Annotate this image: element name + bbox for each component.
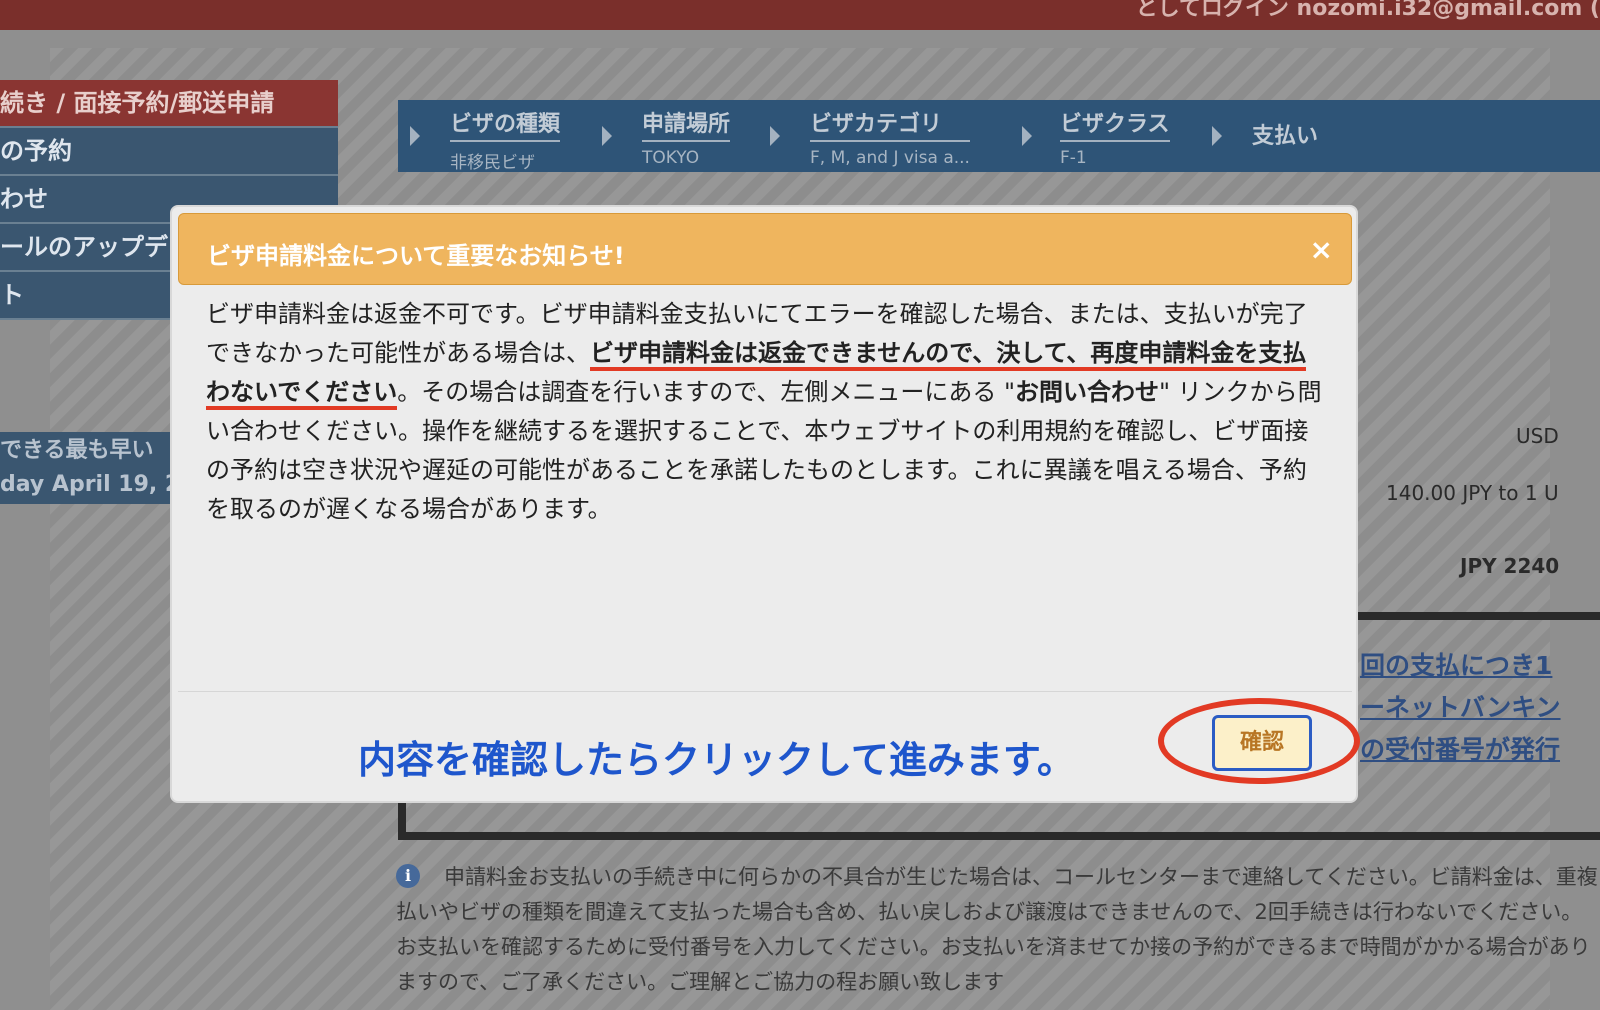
payment-notice: 申請料金お支払いの手続き中に何らかの不具合が生じた場合は、コールセンターまで連絡… <box>396 860 1600 1000</box>
step-payment: 支払い <box>1252 118 1318 152</box>
step-arrow-icon <box>1212 126 1222 146</box>
step-value: F-1 <box>1060 148 1087 168</box>
step-arrow-icon <box>1022 126 1032 146</box>
body-text: 。その場合は調査を行いますので、左側メニューにある " <box>397 378 1015 406</box>
payment-link-line[interactable]: 回の支払につき1 <box>1360 646 1552 682</box>
modal-title: ビザ申請料金について重要なお知らせ! <box>207 242 625 270</box>
progress-steps: ビザの種類 非移民ビザ 申請場所 TOKYO ビザカテゴリ F, M, and … <box>398 100 1600 173</box>
step-visa-type: ビザの種類 非移民ビザ <box>450 106 561 173</box>
login-status: としてログイン nozomi.i32@gmail.com ( <box>1135 0 1600 21</box>
step-arrow-icon <box>602 126 612 146</box>
earliest-date-line2: day April 19, 2 <box>0 472 175 497</box>
payment-link-line[interactable]: ーネットバンキン <box>1360 688 1561 724</box>
step-title: ビザカテゴリ <box>810 106 970 142</box>
exchange-rate: 140.00 JPY to 1 U <box>1386 481 1559 505</box>
top-bar: としてログイン nozomi.i32@gmail.com ( <box>0 0 1600 30</box>
step-title: ビザクラス <box>1060 106 1170 142</box>
step-value: 非移民ビザ <box>450 153 535 173</box>
contact-link-text: お問い合わせ <box>1015 378 1159 406</box>
sidebar-item-procedure[interactable]: 続き / 面接予約/郵送申請 <box>0 80 338 128</box>
step-location: 申請場所 TOKYO <box>642 106 731 168</box>
step-title: ビザの種類 <box>450 106 561 142</box>
payment-link-line[interactable]: の受付番号が発行 <box>1360 730 1560 766</box>
modal-header: ビザ申請料金について重要なお知らせ! × <box>178 213 1352 285</box>
earliest-date-note: できる最も早い day April 19, 2 <box>0 432 175 504</box>
step-arrow-icon <box>770 126 780 146</box>
modal-body: ビザ申請料金は返金不可です。ビザ申請料金支払いにてエラーを確認した場合、または、… <box>206 295 1326 529</box>
modal-divider <box>178 691 1352 692</box>
step-title: 申請場所 <box>642 106 731 142</box>
total-amount: JPY 2240 <box>1460 554 1560 578</box>
close-icon[interactable]: × <box>1310 236 1333 264</box>
earliest-date-line1: できる最も早い <box>0 438 154 463</box>
notice-text: 申請料金お支払いの手続き中に何らかの不具合が生じた場合は、コールセンターまで連絡… <box>396 865 1598 994</box>
annotation-hint: 内容を確認したらクリックして進みます。 <box>358 738 1076 782</box>
currency-label: USD <box>1516 424 1559 448</box>
annotation-circle <box>1158 698 1360 784</box>
sidebar-item-reservation[interactable]: の予約 <box>0 128 338 176</box>
info-icon: i <box>396 864 420 888</box>
step-arrow-icon <box>410 126 420 146</box>
step-value: F, M, and J visa a... <box>810 148 970 168</box>
step-title: 支払い <box>1252 124 1319 149</box>
step-class: ビザクラス F-1 <box>1060 106 1170 168</box>
step-category: ビザカテゴリ F, M, and J visa a... <box>810 106 970 168</box>
step-value: TOKYO <box>642 148 700 168</box>
